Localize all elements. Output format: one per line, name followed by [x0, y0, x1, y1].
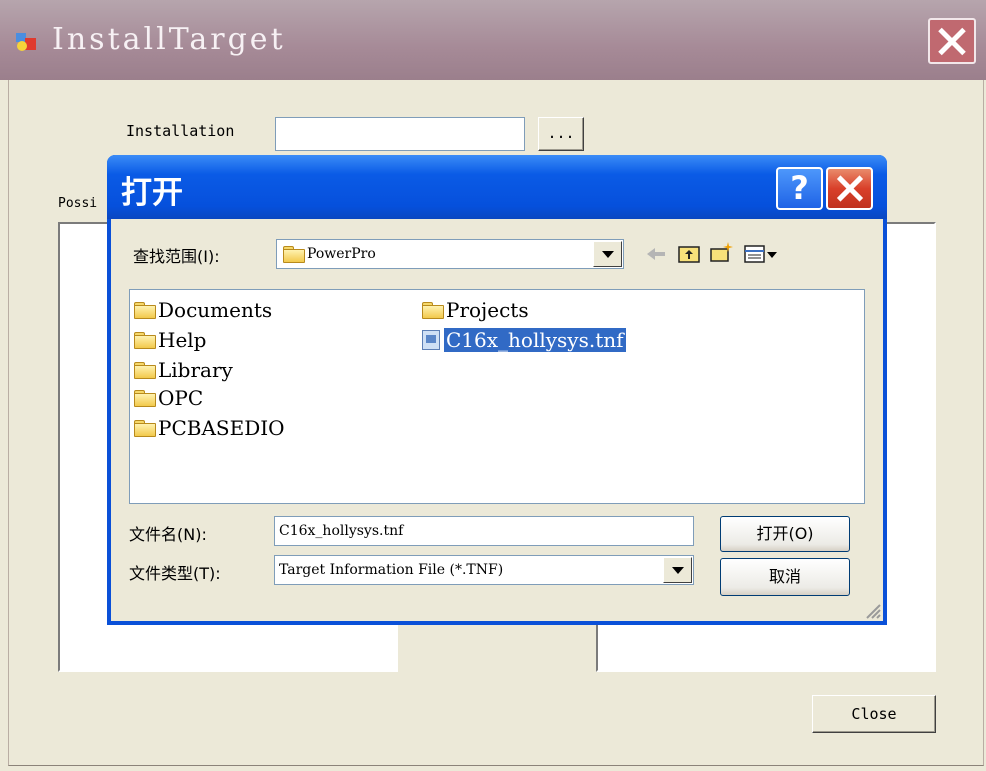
dialog-close-button[interactable]: [826, 167, 873, 210]
view-menu-icon[interactable]: [743, 243, 779, 265]
look-in-label: 查找范围(I):: [133, 247, 220, 266]
filetype-dropdown-button[interactable]: [663, 557, 692, 583]
browse-button[interactable]: ...: [538, 117, 584, 151]
help-icon: ?: [790, 169, 809, 207]
list-item[interactable]: PCBASEDIO: [134, 414, 285, 442]
installation-label: Installation: [126, 122, 235, 140]
window-title: InstallTarget: [52, 22, 286, 57]
list-item[interactable]: Projects: [422, 296, 529, 324]
look-in-dropdown-button[interactable]: [593, 241, 622, 267]
folder-icon: [422, 302, 444, 319]
list-item[interactable]: Documents: [134, 296, 272, 324]
folder-icon: [134, 362, 156, 379]
filetype-select[interactable]: Target Information File (*.TNF): [274, 555, 694, 585]
open-file-dialog: 打开 ? 查找范围(I): PowerPro Documents Help Li…: [107, 155, 887, 625]
list-item[interactable]: OPC: [134, 384, 203, 412]
chevron-down-icon: [672, 567, 684, 574]
folder-icon: [134, 302, 156, 319]
possible-label: Possi: [58, 196, 98, 211]
list-item[interactable]: Help: [134, 326, 206, 354]
dialog-title: 打开: [121, 175, 183, 211]
folder-icon: [283, 246, 305, 263]
close-button[interactable]: [928, 18, 976, 64]
back-arrow-icon[interactable]: [644, 243, 668, 265]
chevron-down-icon: [602, 251, 614, 258]
help-button[interactable]: ?: [776, 167, 823, 210]
open-button[interactable]: 打开(O): [720, 516, 850, 552]
filename-label: 文件名(N):: [129, 525, 207, 544]
up-folder-icon[interactable]: [677, 243, 701, 265]
dialog-title-bar[interactable]: 打开 ?: [107, 155, 887, 219]
list-item[interactable]: Library: [134, 356, 233, 384]
title-bar[interactable]: InstallTarget: [0, 0, 986, 80]
look-in-value: PowerPro: [307, 246, 376, 262]
filetype-label: 文件类型(T):: [129, 564, 221, 583]
new-folder-icon[interactable]: [709, 241, 733, 263]
folder-icon: [134, 390, 156, 407]
folder-icon: [134, 332, 156, 349]
cancel-button[interactable]: 取消: [720, 558, 850, 596]
filename-input[interactable]: [274, 516, 694, 546]
dialog-body: 查找范围(I): PowerPro Documents Help Library…: [111, 219, 883, 621]
close-dialog-button[interactable]: Close: [812, 695, 936, 733]
file-list[interactable]: Documents Help Library OPC PCBASEDIO Pro…: [129, 289, 865, 504]
resize-grip-icon[interactable]: [863, 601, 881, 619]
look-in-select[interactable]: PowerPro: [276, 239, 624, 269]
folder-icon: [134, 420, 156, 437]
app-icon: [16, 33, 36, 51]
file-icon: [422, 330, 440, 350]
installation-input[interactable]: [275, 117, 525, 151]
list-item-selected[interactable]: C16x_hollysys.tnf: [422, 326, 626, 354]
filetype-value: Target Information File (*.TNF): [279, 562, 504, 578]
